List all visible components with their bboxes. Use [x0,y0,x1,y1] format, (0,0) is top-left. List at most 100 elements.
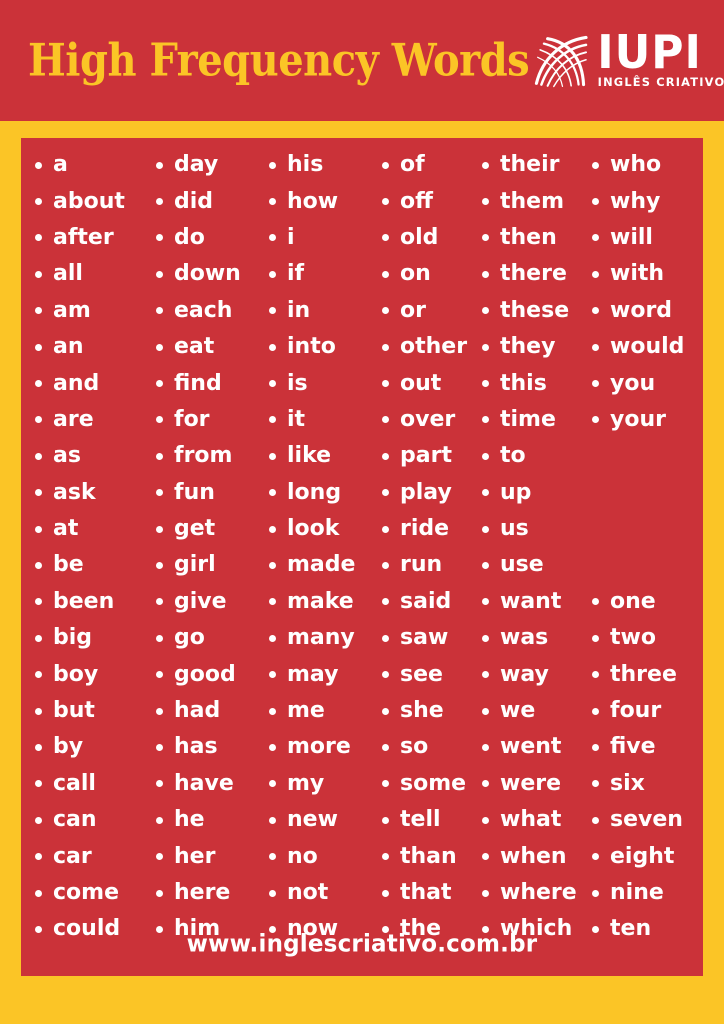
word-column-4: of off old on or other out over part play ride run s… [370,147,475,948]
word-label: me [287,698,325,724]
word-row: see [382,656,475,692]
word-label: will [610,224,653,250]
bullet-icon [482,234,489,242]
website-url: www.inglescriativo.com.br [186,930,538,958]
word-row: have [156,766,257,802]
word-label: an [53,334,84,360]
word-row: way [482,656,585,692]
word-label: find [174,370,222,396]
word-row: will [592,220,703,256]
brand-tagline: INGLÊS CRIATIVO [597,74,724,89]
word-label: more [287,734,351,760]
word-label: four [610,698,662,724]
bullet-icon [156,816,163,824]
word-column-5: their them then there these they this time to up u… [475,147,585,948]
bullet-icon [269,853,276,861]
word-row: are [35,402,142,438]
word-row: went [482,729,585,765]
word-row: seven [592,802,703,838]
word-label: for [174,406,210,432]
word-label: why [610,188,661,214]
bullet-icon [156,743,163,751]
bullet-icon [269,270,276,278]
word-label: where [500,880,577,905]
word-label: fun [174,479,215,505]
word-label: go [174,625,205,651]
word-row: girl [156,547,257,583]
word-row: then [482,220,585,256]
word-label: if [287,261,305,287]
bullet-icon [269,161,276,169]
word-label: off [400,188,433,214]
word-label: their [500,152,560,178]
word-row: you [592,365,703,401]
bullet-icon [592,270,599,278]
word-label: there [500,261,567,287]
bullet-icon [156,270,163,278]
word-label: up [500,479,532,505]
word-label: as [53,443,81,469]
word-row: like [269,438,370,474]
bullet-icon [269,525,276,533]
bullet-icon [382,489,389,497]
bullet-icon [156,452,163,460]
word-row: did [156,183,257,219]
word-row: them [482,183,585,219]
bullet-icon [35,816,42,824]
word-label: run [400,552,443,578]
word-label: did [174,188,214,214]
word-row: why [592,183,703,219]
bullet-icon [382,343,389,351]
word-label: is [287,370,308,396]
bullet-icon [592,671,599,679]
word-row: do [156,220,257,256]
word-label: so [400,734,429,760]
word-label: into [287,334,336,360]
word-row: about [35,183,142,219]
word-row: their [482,147,585,183]
word-label: are [53,406,94,432]
word-row-spacer [592,511,703,547]
word-label: see [400,661,443,687]
word-label: want [500,588,562,614]
bullet-icon [482,707,489,715]
word-row: play [382,475,475,511]
bullet-icon [156,307,163,315]
bullet-icon [35,780,42,788]
word-row: but [35,693,142,729]
word-row: where [482,875,585,911]
word-row: his [269,147,370,183]
word-label: each [174,297,233,323]
poster-footer: www.inglescriativo.com.br [21,912,703,976]
word-row: fun [156,475,257,511]
word-row: go [156,620,257,656]
word-row: would [592,329,703,365]
word-label: many [287,625,355,651]
word-label: about [53,188,125,214]
bullet-icon [382,525,389,533]
bullet-icon [35,561,42,569]
word-label: them [500,188,565,214]
bullet-icon [482,780,489,788]
word-label: eight [610,843,675,869]
bullet-icon [382,307,389,315]
word-row: was [482,620,585,656]
word-label: over [400,406,456,432]
bullet-icon [382,634,389,642]
bullet-icon [592,780,599,788]
word-row: use [482,547,585,583]
bullet-icon [482,598,489,606]
bullet-icon [382,598,389,606]
word-label: this [500,370,547,396]
word-label: down [174,261,241,287]
word-label: five [610,734,656,760]
brand-text: IUPI INGLÊS CRIATIVO [597,28,724,89]
word-row: not [269,875,370,911]
word-row: at [35,511,142,547]
word-label: be [53,552,84,578]
bullet-icon [592,743,599,751]
word-label: his [287,152,324,178]
bullet-icon [269,634,276,642]
word-label: call [53,770,96,796]
bullet-icon [35,525,42,533]
